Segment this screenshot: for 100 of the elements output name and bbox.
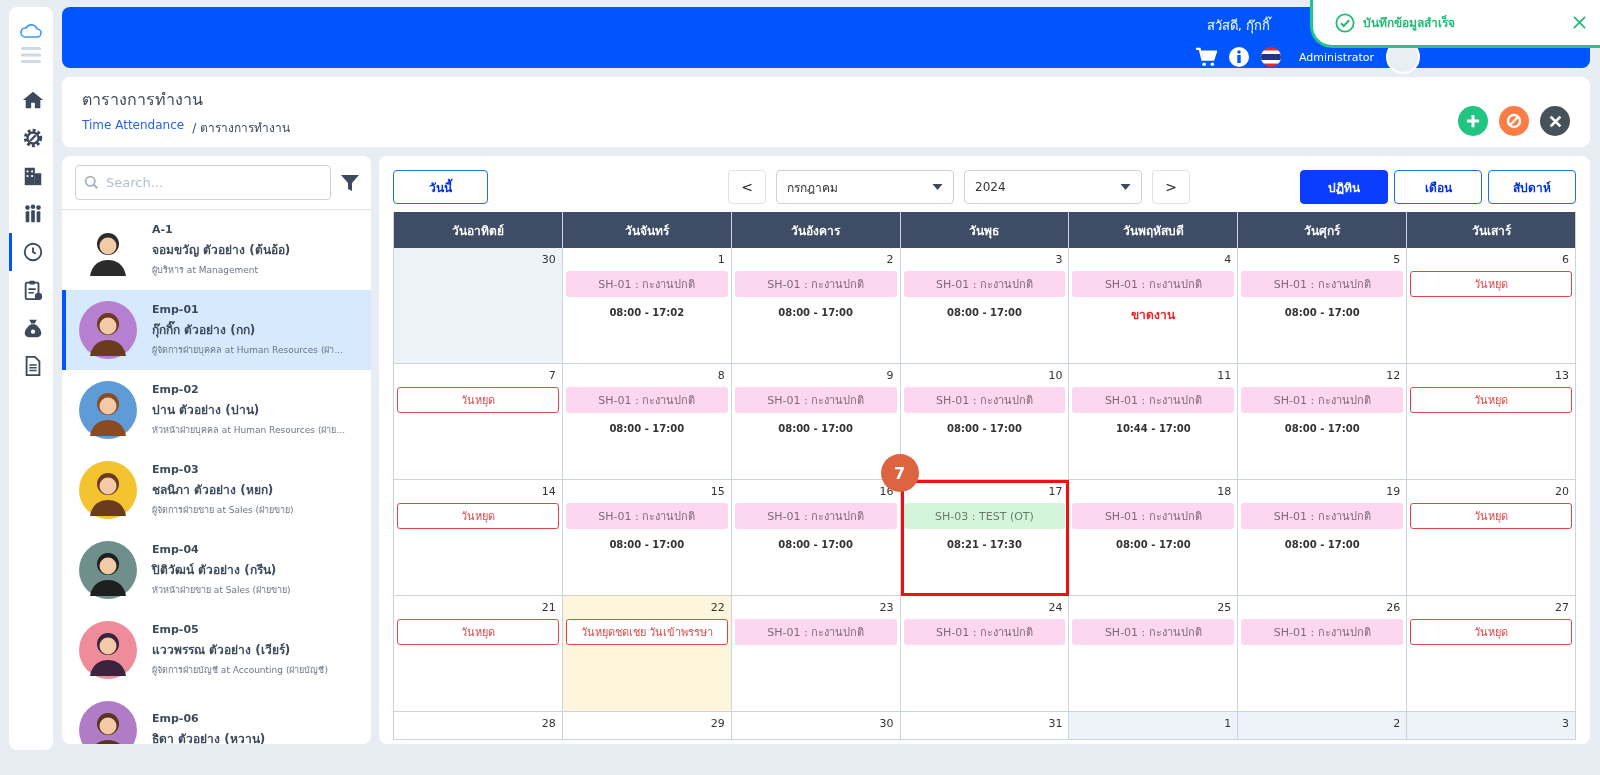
next-button[interactable]: > xyxy=(1152,170,1190,204)
day-number: 6 xyxy=(1562,253,1569,266)
weekday-header: วันศุกร์ xyxy=(1238,212,1408,248)
search-field[interactable]: Search... xyxy=(75,165,331,200)
year-select[interactable]: 2024 xyxy=(964,170,1142,204)
greeting-text: สวัสดี, กุ๊กกิ๊ xyxy=(1206,15,1270,36)
employee-item[interactable]: Emp-04 ปิติวัฒน์ ตัวอย่าง (กรีน) หัวหน้าฝ่ายขาย at Sales (ฝ่ายขาย) xyxy=(62,530,371,610)
day-cell[interactable]: 20 วันหยุด xyxy=(1407,480,1576,596)
day-number: 2 xyxy=(886,253,894,266)
holiday-tag: วันหยุด xyxy=(397,387,559,413)
shift-tag[interactable]: SH-01 : กะงานปกติ xyxy=(1072,387,1235,413)
day-cell[interactable]: 17 SH-03 : TEST (OT) 08:21 - 17:30 xyxy=(900,480,1070,596)
day-cell[interactable]: 28 xyxy=(394,712,563,740)
day-cell[interactable]: 23 SH-01 : กะงานปกติ xyxy=(731,596,901,712)
day-number: 2 xyxy=(1393,717,1401,730)
employee-role: ผู้จัดการฝ่ายบัญชี at Accounting (ฝ่ายบัญชี) xyxy=(152,664,328,677)
day-number: 4 xyxy=(1224,253,1232,266)
day-cell[interactable]: 11 SH-01 : กะงานปกติ 10:44 - 17:00 xyxy=(1069,364,1239,480)
shift-tag[interactable]: SH-01 : กะงานปกติ xyxy=(903,271,1066,297)
shift-tag[interactable]: SH-03 : TEST (OT) xyxy=(903,503,1066,529)
time-range: 08:00 - 17:00 xyxy=(608,539,686,550)
day-number: 14 xyxy=(541,485,556,498)
shift-tag[interactable]: SH-01 : กะงานปกติ xyxy=(903,387,1066,413)
day-cell[interactable]: 14 วันหยุด xyxy=(394,480,563,596)
shift-tag[interactable]: SH-01 : กะงานปกติ xyxy=(734,387,897,413)
shift-tag[interactable]: SH-01 : กะงานปกติ xyxy=(903,619,1066,645)
shift-tag[interactable]: SH-01 : กะงานปกติ xyxy=(734,503,897,529)
day-number: 27 xyxy=(1555,601,1569,614)
shift-tag[interactable]: SH-01 : กะงานปกติ xyxy=(565,271,728,297)
day-cell[interactable]: 1 xyxy=(1069,712,1239,740)
view-tab[interactable]: สัปดาห์ xyxy=(1488,170,1576,204)
weekday-header: วันพฤหัสบดี xyxy=(1069,212,1239,248)
day-number: 18 xyxy=(1217,485,1232,498)
time-range: 08:00 - 17:00 xyxy=(777,307,854,318)
day-cell[interactable]: 1 SH-01 : กะงานปกติ 08:00 - 17:02 xyxy=(562,248,732,364)
day-cell[interactable]: 3 xyxy=(1407,712,1576,740)
employee-item[interactable]: Emp-03 ชลนิภา ตัวอย่าง (หยก) ผู้จัดการฝ่ายขาย at Sales (ฝ่ายขาย) xyxy=(62,450,371,530)
day-cell[interactable]: 26 SH-01 : กะงานปกติ xyxy=(1238,596,1408,712)
shift-tag[interactable]: SH-01 : กะงานปกติ xyxy=(1241,503,1404,529)
day-cell[interactable]: 22 วันหยุดชดเชย วันเข้าพรรษา xyxy=(562,596,732,712)
breadcrumb-link[interactable]: Time Attendance xyxy=(82,118,185,137)
time-range: 08:00 - 17:00 xyxy=(608,423,686,434)
view-tab[interactable]: เดือน xyxy=(1394,170,1482,204)
day-number: 17 xyxy=(1048,485,1063,498)
day-number: 19 xyxy=(1386,485,1401,498)
day-cell[interactable]: 2 xyxy=(1238,712,1408,740)
user-role-text: Administrator xyxy=(1299,50,1374,64)
day-cell[interactable]: 7 วันหยุด xyxy=(394,364,563,480)
employee-item[interactable]: Emp-05 แววพรรณ ตัวอย่าง (เวียร์) ผู้จัดการฝ่ายบัญชี at Accounting (ฝ่ายบัญชี) xyxy=(62,610,371,690)
employee-item[interactable]: A-1 จอมขวัญ ตัวอย่าง (ต้นอ้อ) ผู้บริหาร at Management xyxy=(62,210,371,290)
day-cell[interactable]: 15 SH-01 : กะงานปกติ 08:00 - 17:00 xyxy=(562,480,732,596)
day-cell[interactable]: 18 SH-01 : กะงานปกติ 08:00 - 17:00 xyxy=(1069,480,1239,596)
employee-item[interactable]: Emp-01 กุ๊กกิ๊ก ตัวอย่าง (กก) ผู้จัดการฝ่ายบุคคล at Human Resources (ฝ่า... xyxy=(62,290,371,370)
time-range: 08:00 - 17:00 xyxy=(777,539,854,550)
employee-code: Emp-04 xyxy=(152,543,200,556)
shift-tag[interactable]: SH-01 : กะงานปกติ xyxy=(1241,619,1404,645)
day-cell[interactable]: 5 SH-01 : กะงานปกติ 08:00 - 17:00 xyxy=(1238,248,1408,364)
shift-tag[interactable]: SH-01 : กะงานปกติ xyxy=(1072,619,1235,645)
day-cell[interactable]: 27 วันหยุด xyxy=(1407,596,1576,712)
shift-tag[interactable]: SH-01 : กะงานปกติ xyxy=(1072,503,1235,529)
time-range: 08:00 - 17:00 xyxy=(777,423,854,434)
employee-item[interactable]: Emp-06 ธิดา ตัวอย่าง (หวาน) xyxy=(62,690,371,744)
employee-code: Emp-01 xyxy=(152,303,200,316)
employee-code: Emp-06 xyxy=(152,712,200,725)
day-cell[interactable]: 30 xyxy=(731,712,901,740)
shift-tag[interactable]: SH-01 : กะงานปกติ xyxy=(1241,271,1404,297)
shift-tag[interactable]: SH-01 : กะงานปกติ xyxy=(1241,387,1404,413)
today-button[interactable]: วันนี้ xyxy=(393,170,488,204)
day-cell[interactable]: 2 SH-01 : กะงานปกติ 08:00 - 17:00 xyxy=(731,248,901,364)
day-number: 3 xyxy=(1562,717,1569,730)
day-number: 20 xyxy=(1555,485,1569,498)
shift-tag[interactable]: SH-01 : กะงานปกติ xyxy=(565,387,728,413)
shift-tag[interactable]: SH-01 : กะงานปกติ xyxy=(565,503,728,529)
day-cell[interactable]: 21 วันหยุด xyxy=(394,596,563,712)
employee-code: Emp-03 xyxy=(152,463,200,476)
employee-role: หัวหน้าฝ่ายบุคคล at Human Resources (ฝ่าย... xyxy=(152,424,345,437)
day-cell[interactable]: 30 xyxy=(394,248,563,364)
time-range: 08:00 - 17:00 xyxy=(946,423,1023,434)
day-cell[interactable]: 25 SH-01 : กะงานปกติ xyxy=(1069,596,1239,712)
day-cell[interactable]: 6 วันหยุด xyxy=(1407,248,1576,364)
day-cell[interactable]: 8 SH-01 : กะงานปกติ 08:00 - 17:00 xyxy=(562,364,732,480)
time-range: 10:44 - 17:00 xyxy=(1114,423,1192,434)
shift-tag[interactable]: SH-01 : กะงานปกติ xyxy=(734,619,897,645)
day-cell[interactable]: 24 SH-01 : กะงานปกติ xyxy=(900,596,1070,712)
month-select[interactable]: กรกฎาคม xyxy=(776,170,954,204)
view-tab[interactable]: ปฏิทิน xyxy=(1300,170,1388,204)
shift-tag[interactable]: SH-01 : กะงานปกติ xyxy=(1072,271,1235,297)
day-cell[interactable]: 19 SH-01 : กะงานปกติ 08:00 - 17:00 xyxy=(1238,480,1408,596)
day-cell[interactable]: 13 วันหยุด xyxy=(1407,364,1576,480)
day-cell[interactable]: 12 SH-01 : กะงานปกติ 08:00 - 17:00 xyxy=(1238,364,1408,480)
day-cell[interactable]: 3 SH-01 : กะงานปกติ 08:00 - 17:00 xyxy=(900,248,1070,364)
day-cell[interactable]: 4 SH-01 : กะงานปกติ ขาดงาน xyxy=(1069,248,1239,364)
day-cell[interactable]: 29 xyxy=(562,712,732,740)
previous-button[interactable]: < xyxy=(728,170,766,204)
time-range: 08:00 - 17:02 xyxy=(608,307,686,318)
employee-role: ผู้จัดการฝ่ายขาย at Sales (ฝ่ายขาย) xyxy=(152,504,294,517)
employee-item[interactable]: Emp-02 ปาน ตัวอย่าง (ปาน) หัวหน้าฝ่ายบุคคล at Human Resources (ฝ่าย... xyxy=(62,370,371,450)
shift-tag[interactable]: SH-01 : กะงานปกติ xyxy=(734,271,897,297)
employee-role: ผู้จัดการฝ่ายบุคคล at Human Resources (ฝ่า... xyxy=(152,344,343,357)
day-number: 11 xyxy=(1217,369,1232,382)
